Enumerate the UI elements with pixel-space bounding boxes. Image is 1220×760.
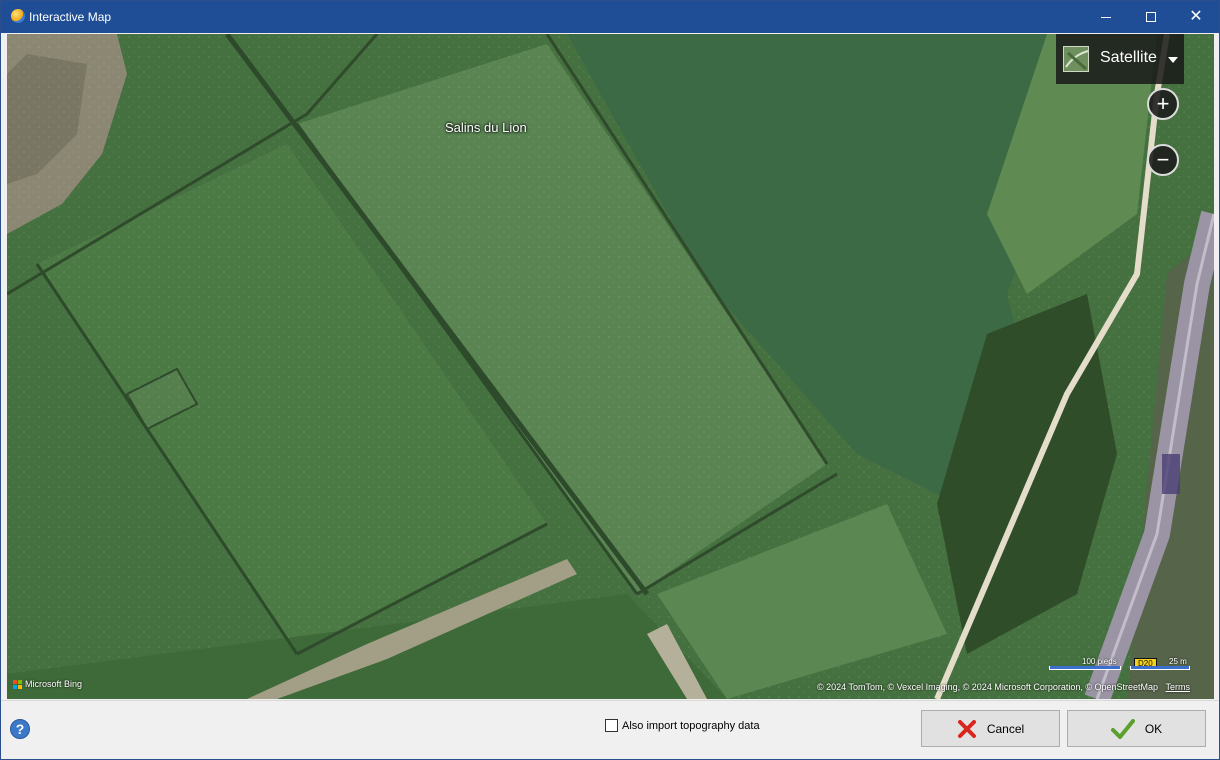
minus-icon: − — [1156, 147, 1170, 172]
cancel-label: Cancel — [986, 721, 1025, 736]
terms-link[interactable]: Terms — [1166, 682, 1191, 692]
close-icon: ✕ — [1189, 8, 1203, 25]
scale-bar-secondary — [1130, 666, 1190, 670]
topography-option[interactable]: Also import topography data — [605, 719, 760, 732]
satellite-imagery — [7, 34, 1214, 699]
title-bar[interactable]: Interactive Map ✕ — [1, 1, 1219, 33]
topography-label: Also import topography data — [622, 719, 760, 732]
map-view[interactable]: Salins du Lion Satellite + − Microsoft B… — [7, 34, 1214, 699]
cancel-button[interactable]: Cancel — [921, 710, 1060, 747]
plus-icon: + — [1156, 91, 1170, 116]
provider-label: Microsoft Bing — [25, 679, 83, 689]
app-logo-icon — [11, 9, 25, 23]
microsoft-logo-icon — [13, 679, 22, 689]
minimize-button[interactable] — [1083, 1, 1129, 33]
ok-label: OK — [1144, 721, 1163, 736]
ok-button[interactable]: OK — [1067, 710, 1206, 747]
help-button[interactable]: ? — [10, 719, 30, 739]
cancel-x-icon — [957, 719, 977, 739]
copyright-text: © 2024 TomTom, © Vexcel Imaging, © 2024 … — [817, 682, 1190, 692]
microsoft-bing-logo: Microsoft Bing — [13, 679, 82, 689]
map-layer-label: Satellite — [1100, 49, 1157, 66]
scale-bar-primary — [1049, 666, 1121, 670]
checkmark-icon — [1110, 718, 1135, 739]
close-button[interactable]: ✕ — [1173, 1, 1219, 33]
zoom-in-button[interactable]: + — [1147, 88, 1179, 120]
dialog-footer: ? Also import topography data Cancel OK — [1, 700, 1219, 759]
interactive-map-window: Interactive Map ✕ Salins du Lion Satelli… — [0, 0, 1220, 760]
scale-label-primary: 100 pieds — [1082, 657, 1117, 666]
maximize-icon — [1146, 12, 1156, 22]
satellite-thumbnail-icon — [1063, 46, 1089, 72]
chevron-down-icon — [1168, 57, 1178, 63]
zoom-out-button[interactable]: − — [1147, 144, 1179, 176]
maximize-button[interactable] — [1128, 1, 1174, 33]
scale-label-secondary: 25 m — [1169, 657, 1187, 666]
minimize-icon — [1101, 16, 1111, 18]
topography-checkbox[interactable] — [605, 719, 618, 732]
help-icon: ? — [15, 721, 25, 737]
window-title: Interactive Map — [29, 10, 112, 24]
copyright-label: © 2024 TomTom, © Vexcel Imaging, © 2024 … — [817, 682, 1159, 692]
map-layer-selector[interactable]: Satellite — [1056, 34, 1184, 84]
place-label: Salins du Lion — [445, 120, 527, 135]
